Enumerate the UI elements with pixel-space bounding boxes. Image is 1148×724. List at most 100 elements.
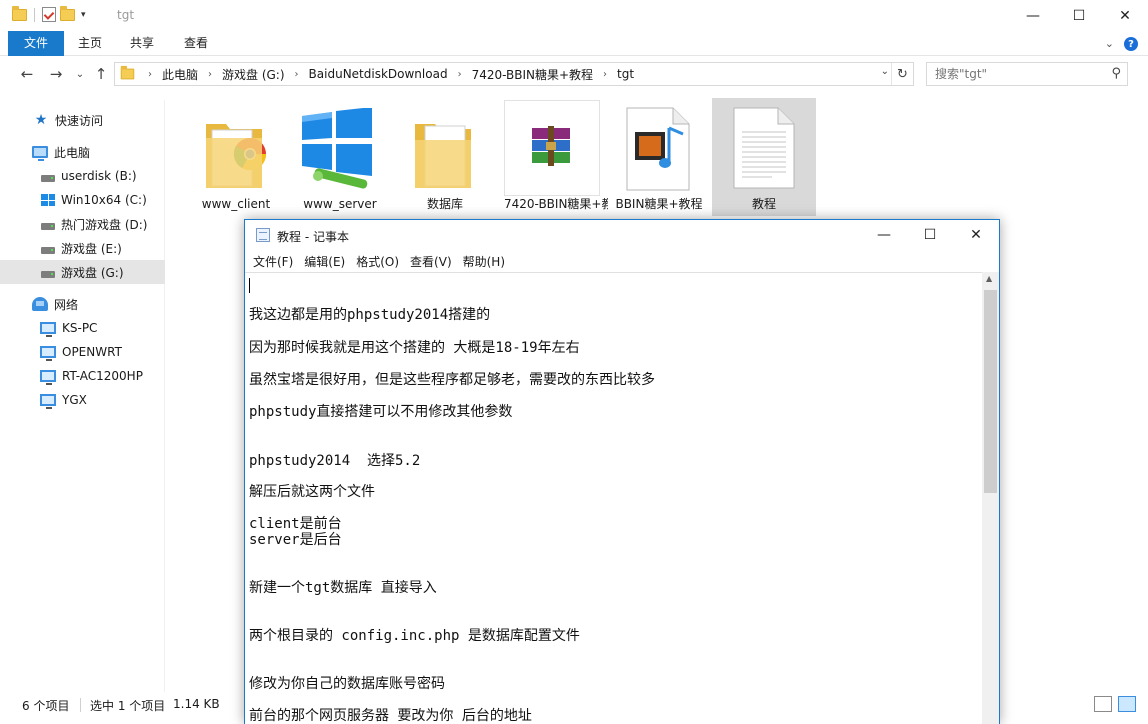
notepad-text-area[interactable]: 我这边都是用的phpstudy2014搭建的 因为那时候我就是用这个搭建的 大概…: [245, 272, 983, 724]
sidebar-item-drive-b[interactable]: userdisk (B:): [0, 164, 165, 188]
file-item-database[interactable]: 数据库: [393, 98, 497, 216]
customize-toolbar-chevron-icon[interactable]: ▾: [81, 10, 86, 20]
breadcrumb-drive-g[interactable]: 游戏盘 (G:): [219, 66, 288, 83]
vertical-scrollbar[interactable]: ▲: [982, 272, 999, 724]
file-item-bbin-video[interactable]: BBIN糖果+教程: [607, 98, 711, 216]
sidebar-item-rt-ac1200hp[interactable]: RT-AC1200HP: [0, 364, 165, 388]
file-item-rar-archive[interactable]: 7420-BBIN糖果+教程: [504, 98, 608, 216]
address-bar[interactable]: › 此电脑 › 游戏盘 (G:) › BaiduNetdiskDownload …: [114, 62, 914, 86]
star-icon: ★: [34, 112, 48, 128]
breadcrumb-this-pc[interactable]: 此电脑: [159, 66, 201, 83]
breadcrumb-separator-icon[interactable]: ›: [451, 69, 469, 80]
tab-share[interactable]: 共享: [118, 31, 166, 56]
expand-ribbon-chevron-icon[interactable]: ⌄: [1105, 37, 1114, 51]
text-line: 因为那时候我就是用这个搭建的 大概是18-19年左右: [249, 340, 580, 356]
sidebar-item-label: 热门游戏盘 (D:): [61, 217, 148, 232]
folder-chrome-icon: [206, 124, 266, 188]
breadcrumb-tgt[interactable]: tgt: [614, 67, 637, 81]
scrollbar-thumb[interactable]: [984, 290, 997, 493]
tab-file[interactable]: 文件: [8, 31, 64, 56]
monitor-icon: [40, 394, 56, 409]
notepad-window: 教程 - 记事本 — ☐ ✕ 文件(F) 编辑(E) 格式(O) 查看(V) 帮…: [244, 219, 1000, 724]
up-arrow-icon[interactable]: ↑: [91, 65, 111, 83]
new-folder-icon[interactable]: [60, 5, 75, 21]
sidebar-item-network[interactable]: 网络: [0, 292, 165, 316]
details-view-icon[interactable]: [1094, 696, 1112, 712]
menu-file[interactable]: 文件(F): [248, 253, 298, 270]
file-item-tutorial-txt[interactable]: 教程: [712, 98, 816, 216]
sidebar-item-label: 游戏盘 (G:): [61, 265, 124, 280]
folder-document-icon: [415, 124, 471, 188]
recent-locations-chevron-icon[interactable]: ⌄: [70, 69, 90, 80]
navigation-pane: ★ 快速访问 此电脑 userdisk (B:) Win10x64 (C:) 热…: [0, 100, 165, 692]
text-caret: [249, 278, 250, 293]
close-button[interactable]: ✕: [1102, 0, 1148, 31]
drive-icon: [41, 270, 55, 278]
breadcrumb-bbin-folder[interactable]: 7420-BBIN糖果+教程: [469, 66, 596, 83]
sidebar-item-label: RT-AC1200HP: [62, 369, 143, 383]
menu-format[interactable]: 格式(O): [351, 253, 404, 270]
status-separator: [80, 698, 81, 712]
notepad-close-button[interactable]: ✕: [953, 220, 999, 250]
breadcrumb-separator-icon[interactable]: ›: [141, 69, 159, 80]
ribbon-tabs: 文件 主页 共享 查看 ⌄ ?: [0, 31, 1148, 56]
tab-view[interactable]: 查看: [172, 31, 220, 56]
sidebar-item-drive-d[interactable]: 热门游戏盘 (D:): [0, 212, 165, 236]
sidebar-item-label: KS-PC: [62, 321, 98, 335]
file-item-www-server[interactable]: www_server: [288, 98, 392, 216]
file-name: 数据库: [426, 197, 463, 211]
minimize-button[interactable]: —: [1010, 0, 1056, 31]
sidebar-item-ygx[interactable]: YGX: [0, 388, 165, 412]
breadcrumb: › 此电脑 › 游戏盘 (G:) › BaiduNetdiskDownload …: [141, 66, 637, 83]
scroll-up-arrow-icon[interactable]: ▲: [986, 274, 992, 283]
window-controls: — ☐ ✕: [1010, 0, 1148, 31]
forward-arrow-icon[interactable]: →: [46, 65, 66, 83]
folder-icon: [12, 5, 27, 21]
notepad-minimize-button[interactable]: —: [861, 220, 907, 250]
sidebar-item-openwrt[interactable]: OPENWRT: [0, 340, 165, 364]
text-line: 虽然宝塔是很好用，但是这些程序都足够老，需要改的东西比较多: [249, 372, 655, 388]
ribbon-controls: ⌄ ?: [1105, 37, 1138, 51]
sidebar-item-label: YGX: [62, 393, 87, 407]
tab-home[interactable]: 主页: [66, 31, 114, 56]
sidebar-item-ks-pc[interactable]: KS-PC: [0, 316, 165, 340]
sidebar-item-label: 网络: [54, 297, 79, 312]
text-line: 我这边都是用的phpstudy2014搭建的: [249, 307, 491, 323]
text-line: 修改为你自己的数据库账号密码: [249, 676, 445, 692]
windows-network-icon: [302, 108, 372, 189]
search-input[interactable]: [927, 63, 1097, 85]
computer-icon: [32, 146, 48, 161]
sidebar-item-drive-e[interactable]: 游戏盘 (E:): [0, 236, 165, 260]
text-line: client是前台: [249, 516, 342, 532]
breadcrumb-baidu-download[interactable]: BaiduNetdiskDownload: [306, 67, 451, 81]
back-arrow-icon[interactable]: ←: [17, 65, 37, 83]
notepad-maximize-button[interactable]: ☐: [907, 220, 953, 250]
breadcrumb-separator-icon[interactable]: ›: [201, 69, 219, 80]
properties-icon[interactable]: [42, 7, 56, 22]
refresh-icon[interactable]: ↻: [891, 63, 913, 85]
sidebar-item-label: Win10x64 (C:): [61, 193, 147, 207]
breadcrumb-separator-icon[interactable]: ›: [596, 69, 614, 80]
toolbar-separator: [34, 7, 35, 22]
sidebar-item-drive-c[interactable]: Win10x64 (C:): [0, 188, 165, 212]
sidebar-item-label: 此电脑: [54, 145, 91, 160]
menu-help[interactable]: 帮助(H): [458, 253, 510, 270]
text-line: phpstudy直接搭建可以不用修改其他参数: [249, 404, 513, 420]
text-line: server是后台: [249, 532, 342, 548]
notepad-icon: [256, 228, 270, 242]
maximize-button[interactable]: ☐: [1056, 0, 1102, 31]
sidebar-item-quick-access[interactable]: ★ 快速访问: [0, 108, 165, 132]
address-dropdown-chevron-icon[interactable]: ⌄: [881, 66, 889, 77]
notepad-title: 教程 - 记事本: [277, 230, 349, 244]
menu-edit[interactable]: 编辑(E): [299, 253, 350, 270]
window-title: tgt: [117, 8, 135, 22]
file-item-www-client[interactable]: www_client: [184, 98, 288, 216]
sidebar-item-drive-g[interactable]: 游戏盘 (G:): [0, 260, 165, 284]
sidebar-item-this-pc[interactable]: 此电脑: [0, 140, 165, 164]
large-icons-view-icon[interactable]: [1118, 696, 1136, 712]
help-icon[interactable]: ?: [1124, 37, 1138, 51]
search-icon[interactable]: ⚲: [1111, 66, 1121, 81]
drive-icon: [41, 174, 55, 182]
menu-view[interactable]: 查看(V): [405, 253, 457, 270]
breadcrumb-separator-icon[interactable]: ›: [288, 69, 306, 80]
